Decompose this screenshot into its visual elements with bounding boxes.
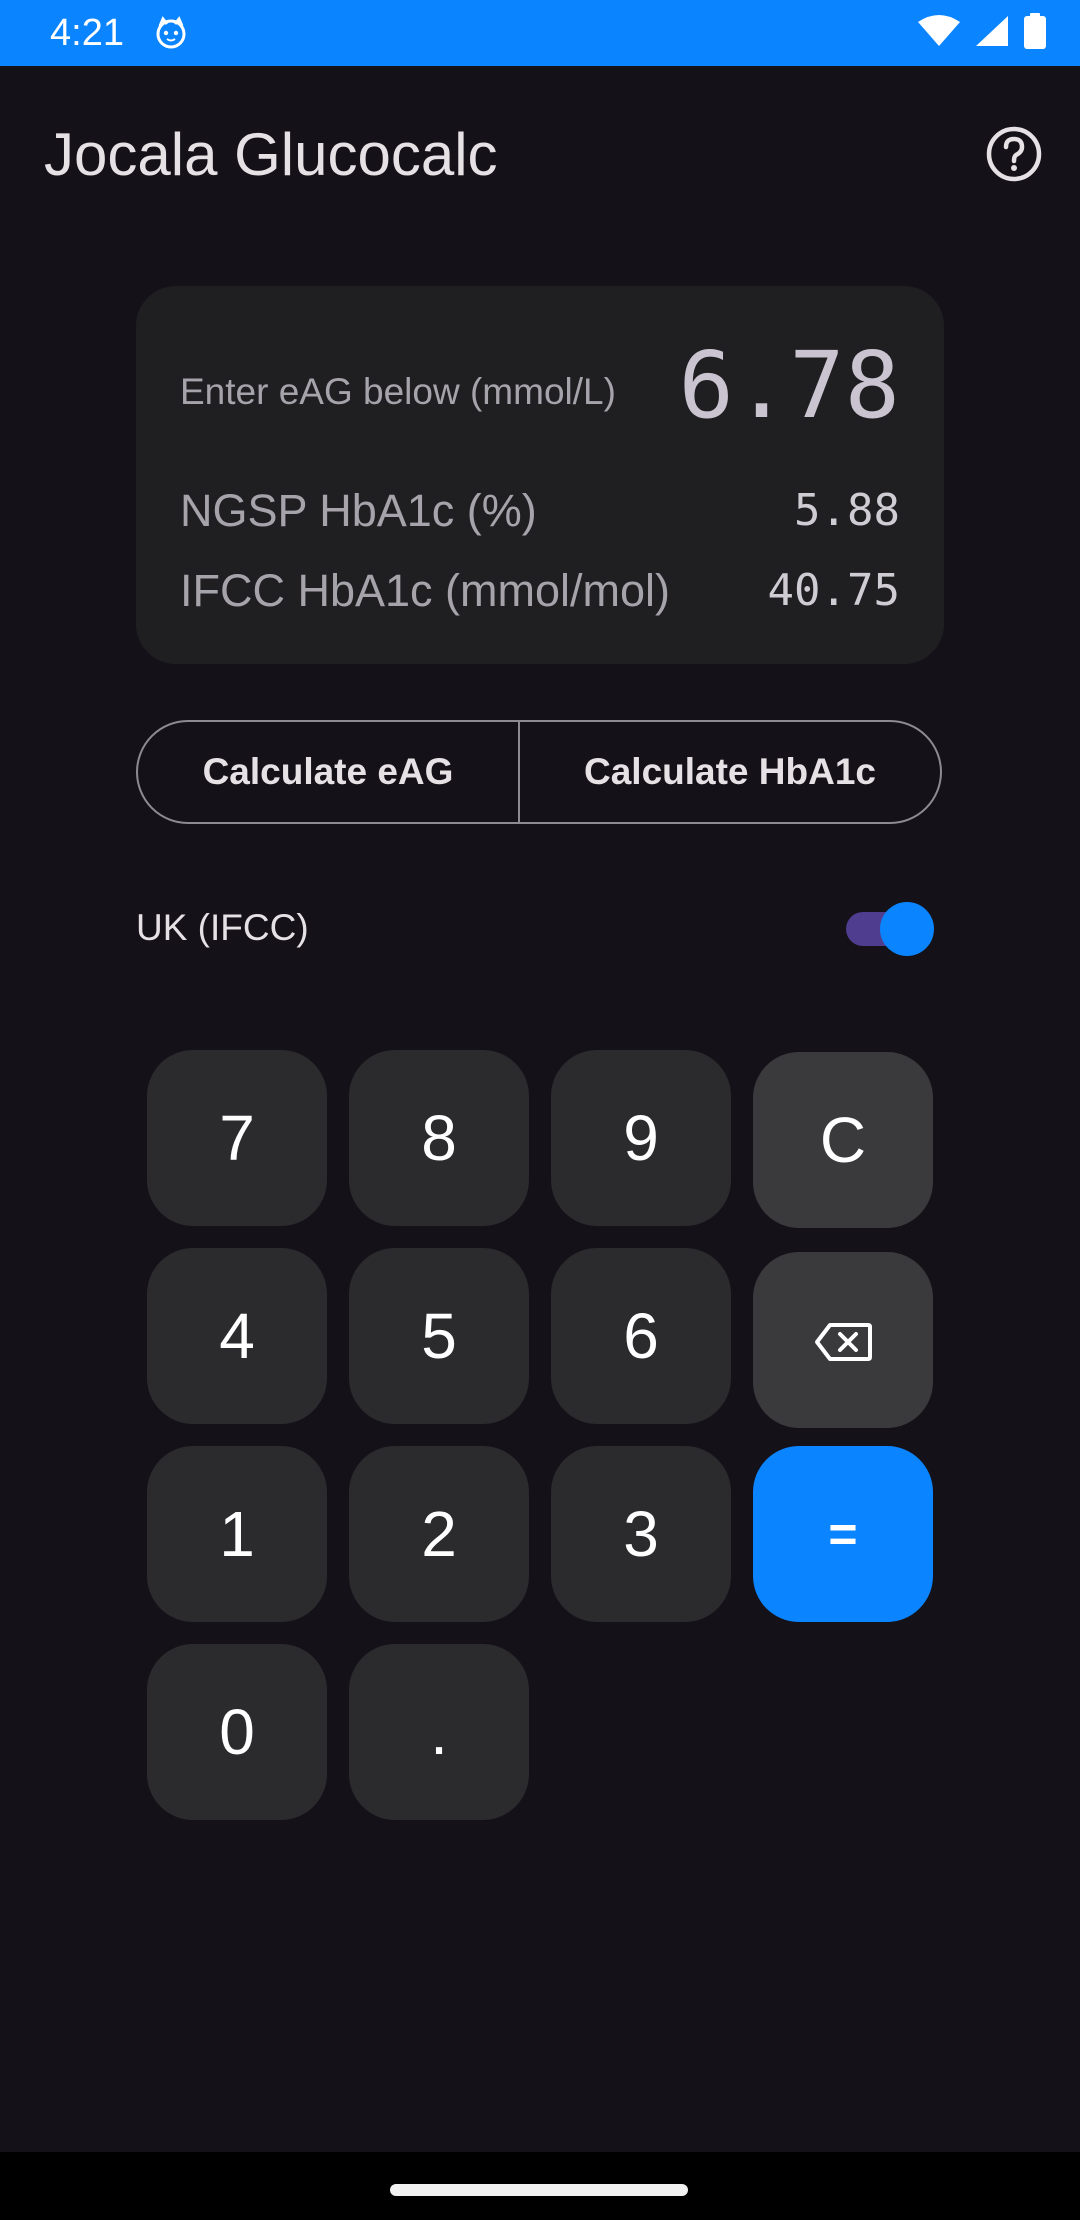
backspace-icon <box>814 1303 872 1377</box>
ifcc-value: 40.75 <box>767 565 900 616</box>
status-time: 4:21 <box>50 12 124 54</box>
uk-ifcc-label: UK (IFCC) <box>136 907 309 948</box>
clear-button[interactable]: C <box>753 1052 933 1228</box>
key-3[interactable]: 3 <box>551 1446 731 1622</box>
key-5[interactable]: 5 <box>349 1248 529 1424</box>
battery-icon <box>1024 12 1046 54</box>
calculate-hba1c-button[interactable]: Calculate HbA1c <box>520 722 940 822</box>
ngsp-value: 5.88 <box>794 485 900 536</box>
signal-icon <box>974 14 1010 53</box>
app-screen: 4:21 Jocala Glucocalc Enter eAG below (m… <box>0 0 1080 2220</box>
calculate-eag-button[interactable]: Calculate eAG <box>138 722 520 822</box>
key-8[interactable]: 8 <box>349 1050 529 1226</box>
ngsp-label: NGSP HbA1c (%) <box>180 485 537 536</box>
key-9[interactable]: 9 <box>551 1050 731 1226</box>
cat-face-icon <box>154 16 188 50</box>
status-bar: 4:21 <box>0 0 1080 66</box>
uk-ifcc-switch[interactable] <box>846 900 936 958</box>
mode-segmented-control: Calculate eAG Calculate HbA1c <box>136 720 942 824</box>
equals-button[interactable]: = <box>753 1446 933 1622</box>
decimal-key[interactable]: . <box>349 1644 529 1820</box>
backspace-button[interactable] <box>753 1252 933 1428</box>
app-title: Jocala Glucocalc <box>44 121 498 188</box>
key-7[interactable]: 7 <box>147 1050 327 1226</box>
key-6[interactable]: 6 <box>551 1248 731 1424</box>
key-1[interactable]: 1 <box>147 1446 327 1622</box>
help-button[interactable] <box>982 124 1046 188</box>
home-gesture-handle[interactable] <box>390 2184 688 2196</box>
switch-thumb <box>880 902 934 956</box>
eag-prompt: Enter eAG below (mmol/L) <box>180 371 616 412</box>
eag-value: 6.78 <box>678 332 900 439</box>
key-4[interactable]: 4 <box>147 1248 327 1424</box>
result-card: Enter eAG below (mmol/L) 6.78 NGSP HbA1c… <box>136 286 944 664</box>
status-icons <box>918 12 1046 54</box>
ifcc-label: IFCC HbA1c (mmol/mol) <box>180 565 671 616</box>
key-0[interactable]: 0 <box>147 1644 327 1820</box>
help-circle-icon <box>985 125 1043 188</box>
key-2[interactable]: 2 <box>349 1446 529 1622</box>
navigation-bar <box>0 2152 1080 2220</box>
wifi-icon <box>918 14 960 53</box>
